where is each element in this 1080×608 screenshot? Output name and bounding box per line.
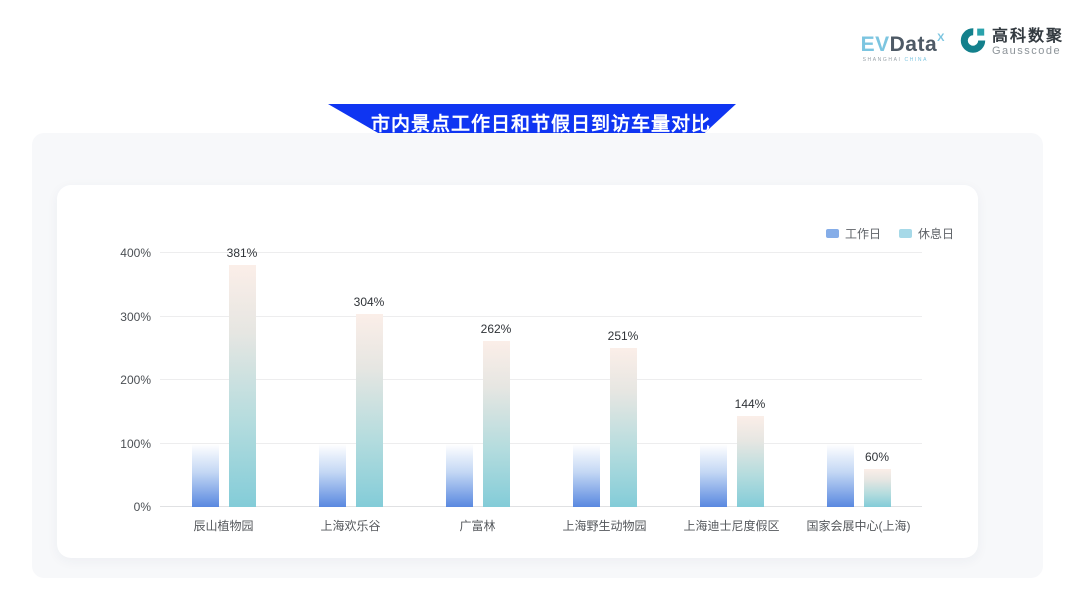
report-page: EVDataX SHANGHAI CHINA 高科数聚 Gausscode 市内… [0,0,1080,608]
evdata-wordmark: EVDataX [861,28,945,55]
legend-item-workday[interactable]: 工作日 [826,225,881,242]
bar-value-label: 60% [865,450,889,464]
bar-workday [573,444,600,508]
plot-area: 381%辰山植物园304%上海欢乐谷262%广富林251%上海野生动物园144%… [160,253,922,507]
category-group: 144%上海迪士尼度假区 [668,253,795,507]
gausscode-wordmark: 高科数聚 Gausscode [992,28,1064,57]
bar-value-label: 381% [227,246,258,260]
evdata-data: Data [890,33,938,56]
chart-legend: 工作日 休息日 [826,225,954,242]
legend-label: 工作日 [845,225,881,242]
y-axis: 0%100%200%300%400% [91,253,151,507]
header-logos: EVDataX SHANGHAI CHINA 高科数聚 Gausscode [861,26,1064,63]
category-group: 251%上海野生动物园 [541,253,668,507]
category-label: 国家会展中心(上海) [795,517,922,534]
category-group: 304%上海欢乐谷 [287,253,414,507]
y-tick-label: 100% [120,437,151,451]
bar-workday [319,444,346,508]
category-label: 辰山植物园 [160,517,287,534]
gausscode-en: Gausscode [992,45,1064,57]
bar-workday [827,444,854,508]
legend-swatch [826,229,839,238]
bar-value-label: 262% [481,322,512,336]
bar-value-label: 304% [354,295,385,309]
evdata-sup-x: X [937,32,945,44]
bar-value-label: 144% [735,397,766,411]
evdata-ev: EV [861,33,890,56]
legend-item-restday[interactable]: 休息日 [899,225,954,242]
y-tick-label: 0% [134,500,151,514]
category-group: 381%辰山植物园 [160,253,287,507]
category-label: 广富林 [414,517,541,534]
chart-title: 市内景点工作日和节假日到访车量对比 [353,109,711,136]
category-label: 上海野生动物园 [541,517,668,534]
y-tick-label: 300% [120,310,151,324]
bar-restday [356,314,383,507]
category-label: 上海欢乐谷 [287,517,414,534]
legend-swatch [899,229,912,238]
content-panel: 工作日休息日 0%100%200%300%400% 381%辰山植物园304%上… [32,133,1043,578]
bar-restday [864,469,891,507]
bar-restday [483,341,510,507]
bar-workday [192,444,219,508]
bar-restday [737,416,764,507]
y-tick-label: 400% [120,246,151,260]
chart-card: 工作日休息日 0%100%200%300%400% 381%辰山植物园304%上… [57,185,978,558]
y-tick-label: 200% [120,373,151,387]
bar-value-label: 251% [608,329,639,343]
category-group: 262%广富林 [414,253,541,507]
evdata-logo: EVDataX SHANGHAI CHINA [861,26,945,63]
bar-restday [610,348,637,507]
bar-restday [229,265,256,507]
gausscode-g-icon [959,26,987,59]
legend-label: 休息日 [918,225,954,242]
bar-workday [446,444,473,508]
gausscode-logo: 高科数聚 Gausscode [959,26,1064,59]
bar-workday [700,444,727,508]
category-label: 上海迪士尼度假区 [668,517,795,534]
category-group: 60%国家会展中心(上海) [795,253,922,507]
evdata-subtitle: SHANGHAI CHINA [863,57,928,63]
gausscode-cn: 高科数聚 [992,28,1064,45]
